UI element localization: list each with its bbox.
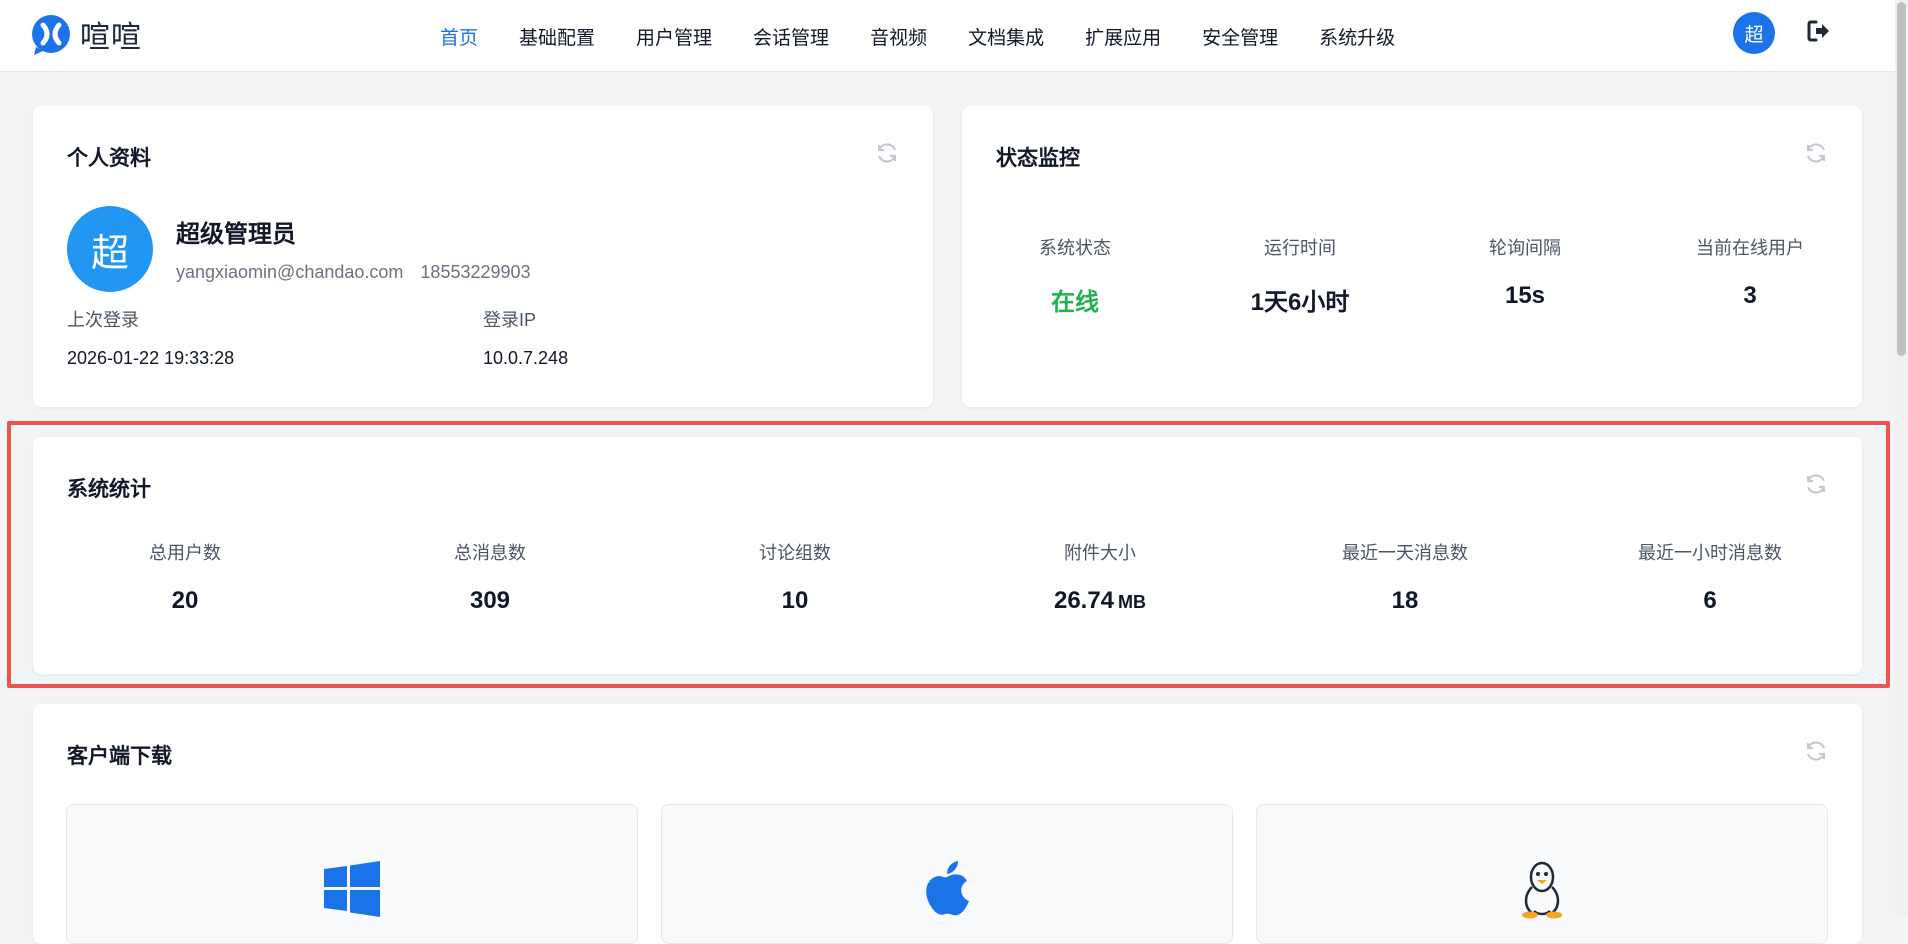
status-monitor-card: 状态监控 系统状态 在线 运行时间 1天6小时 轮询间隔 15s 当前在线用户 …: [962, 106, 1862, 407]
monitor-stat-system-status: 系统状态 在线: [1039, 234, 1111, 317]
profile-contact: yangxiaomin@chandao.com 18553229903: [176, 262, 531, 283]
refresh-icon[interactable]: [1804, 141, 1828, 165]
status-badge: 在线: [1051, 289, 1099, 316]
windows-icon: [324, 861, 380, 917]
nav-basic-config[interactable]: 基础配置: [519, 23, 595, 50]
profile-card-title: 个人资料: [67, 147, 151, 170]
download-linux[interactable]: [1256, 804, 1828, 944]
login-ip-label: 登录IP: [483, 310, 537, 330]
top-navigation-bar: 喧喧 首页 基础配置 用户管理 会话管理 音视频 文档集成 扩展应用 安全管理 …: [0, 0, 1908, 72]
download-windows[interactable]: [66, 804, 638, 944]
refresh-icon[interactable]: [875, 141, 899, 165]
highlight-frame: [7, 421, 1890, 688]
profile-card: 个人资料 超 超级管理员 yangxiaomin@chandao.com 185…: [33, 106, 933, 407]
page-scrollbar[interactable]: [1895, 0, 1908, 915]
last-login-label: 上次登录: [67, 310, 139, 330]
logo-text: 喧喧: [80, 21, 142, 54]
monitor-card-title: 状态监控: [996, 147, 1080, 170]
stat-value: 3: [1743, 282, 1757, 309]
nav-home[interactable]: 首页: [440, 23, 478, 50]
nav-session-management[interactable]: 会话管理: [753, 23, 829, 50]
profile-phone: 18553229903: [420, 262, 531, 282]
user-avatar[interactable]: 超: [1733, 12, 1775, 54]
scrollbar-thumb[interactable]: [1897, 2, 1906, 356]
nav-extension-apps[interactable]: 扩展应用: [1085, 23, 1161, 50]
nav-audio-video[interactable]: 音视频: [870, 23, 927, 50]
monitor-stat-poll-interval: 轮询间隔 15s: [1489, 234, 1561, 310]
profile-avatar: 超: [67, 206, 153, 292]
main-nav: 首页 基础配置 用户管理 会话管理 音视频 文档集成 扩展应用 安全管理 系统升…: [440, 0, 1436, 72]
nav-document-integration[interactable]: 文档集成: [968, 23, 1044, 50]
xuanxuan-logo-icon: [32, 15, 70, 55]
download-mac[interactable]: [661, 804, 1233, 944]
monitor-stat-online-users: 当前在线用户 3: [1696, 234, 1804, 310]
apple-icon: [926, 861, 969, 916]
stat-value: 1天6小时: [1250, 289, 1350, 316]
last-login-value: 2026-01-22 19:33:28: [67, 348, 235, 368]
app-logo[interactable]: 喧喧: [30, 12, 142, 56]
profile-name: 超级管理员: [176, 221, 296, 248]
monitor-stat-uptime: 运行时间 1天6小时: [1251, 234, 1350, 317]
stat-label: 系统状态: [1039, 238, 1111, 258]
stat-label: 运行时间: [1263, 238, 1336, 258]
nav-security-management[interactable]: 安全管理: [1202, 23, 1278, 50]
profile-email: yangxiaomin@chandao.com: [176, 262, 404, 282]
linux-icon: [1522, 861, 1562, 919]
login-ip-value: 10.0.7.248: [483, 348, 569, 368]
stat-value: 15s: [1504, 282, 1546, 309]
nav-user-management[interactable]: 用户管理: [636, 23, 712, 50]
client-download-card: 客户端下载: [33, 704, 1862, 944]
stat-label: 当前在线用户: [1696, 238, 1804, 258]
stat-label: 轮询间隔: [1489, 238, 1561, 258]
refresh-icon[interactable]: [1804, 739, 1828, 763]
nav-system-upgrade[interactable]: 系统升级: [1319, 23, 1395, 50]
download-card-title: 客户端下载: [67, 745, 172, 768]
logout-icon[interactable]: [1806, 18, 1832, 44]
